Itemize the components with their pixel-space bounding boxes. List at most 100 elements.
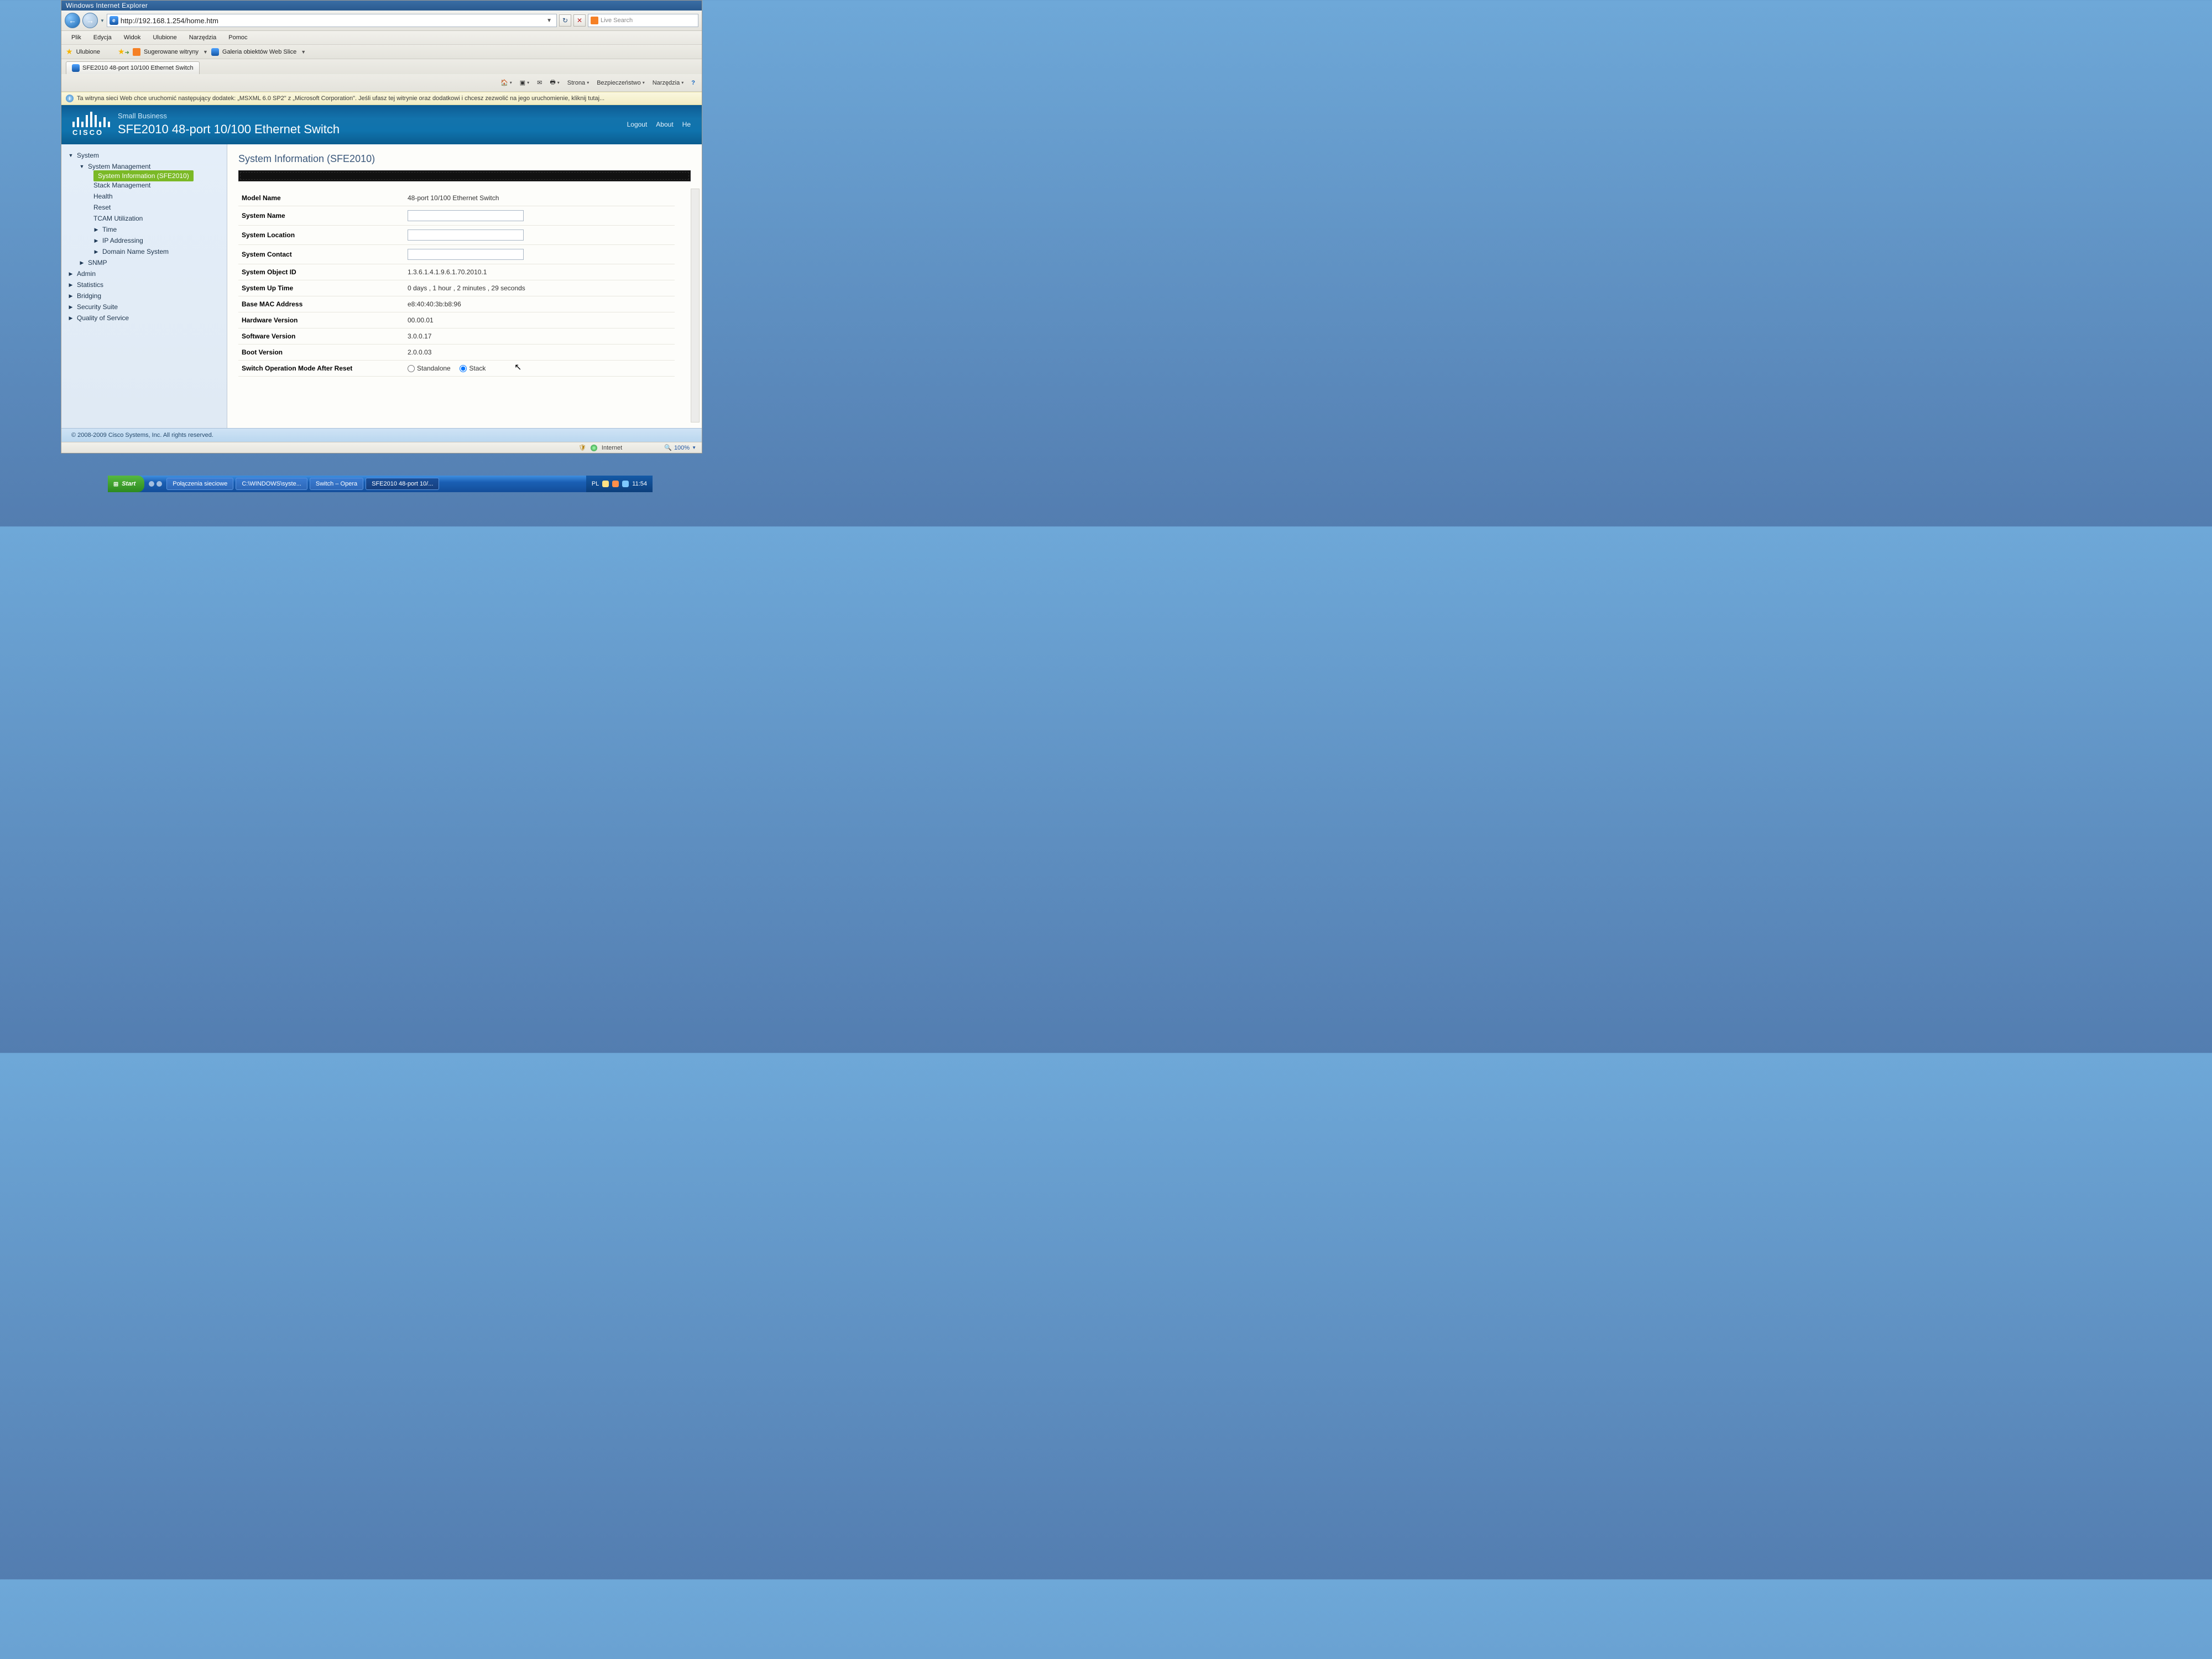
nav-health[interactable]: Health: [65, 191, 223, 202]
page-menu[interactable]: Strona▾: [565, 79, 591, 87]
content-scrollbar[interactable]: [691, 189, 700, 422]
site-icon: e: [109, 16, 118, 25]
taskbar-item[interactable]: Połączenia sieciowe: [166, 478, 233, 490]
address-bar[interactable]: e ▼: [107, 14, 557, 27]
cisco-header-links: Logout About He: [627, 121, 691, 128]
menu-help[interactable]: Pomoc: [223, 33, 253, 43]
radio-standalone-wrap[interactable]: Standalone: [408, 364, 451, 372]
zoom-value: 100%: [674, 445, 690, 451]
drop-icon[interactable]: ▼: [301, 49, 306, 55]
drop-icon[interactable]: ▼: [203, 49, 208, 55]
url-drop-icon[interactable]: ▼: [544, 18, 554, 24]
logout-link[interactable]: Logout: [627, 121, 648, 128]
quick-launch-icon[interactable]: [156, 481, 162, 487]
label-object-id: System Object ID: [238, 264, 404, 280]
taskbar-item-active[interactable]: SFE2010 48-port 10/...: [366, 478, 439, 490]
stop-button[interactable]: ✕: [573, 14, 586, 27]
tab-favicon: [72, 64, 80, 72]
taskbar-item[interactable]: Switch – Opera: [310, 478, 363, 490]
nav-admin[interactable]: ▶Admin: [65, 268, 223, 279]
history-drop-icon[interactable]: ▼: [100, 18, 105, 23]
nav-ip-addressing[interactable]: ▶IP Addressing: [65, 235, 223, 246]
radio-stack[interactable]: [460, 365, 467, 372]
tray-icon[interactable]: [602, 481, 609, 487]
nav-stack-management[interactable]: Stack Management: [65, 180, 223, 191]
cisco-small-business-label: Small Business: [118, 112, 340, 120]
input-system-contact[interactable]: [408, 249, 524, 260]
nav-tcam-utilization[interactable]: TCAM Utilization: [65, 213, 223, 224]
value-sw-version: 3.0.0.17: [404, 328, 675, 345]
help-button[interactable]: ?: [689, 79, 697, 87]
nav-quality-of-service[interactable]: ▶Quality of Service: [65, 312, 223, 324]
feeds-button[interactable]: ▣▾: [518, 78, 531, 87]
expand-icon: ▶: [68, 293, 74, 299]
label-sw-version: Software Version: [238, 328, 404, 345]
ie-page-icon: [211, 48, 219, 56]
radio-standalone[interactable]: [408, 365, 415, 372]
nav-domain-name-system[interactable]: ▶Domain Name System: [65, 246, 223, 257]
menu-file[interactable]: Plik: [66, 33, 87, 43]
content-title: System Information (SFE2010): [227, 144, 702, 170]
suggested-sites-link[interactable]: Sugerowane witryny: [144, 49, 199, 55]
tools-menu[interactable]: Narzędzia▾: [650, 79, 686, 87]
value-boot-version: 2.0.0.03: [404, 345, 675, 361]
nav-security-suite[interactable]: ▶Security Suite: [65, 301, 223, 312]
switch-port-diagram[interactable]: [238, 170, 691, 181]
cisco-header: CISCO Small Business SFE2010 48-port 10/…: [61, 105, 702, 144]
expand-icon: ▶: [68, 304, 74, 310]
nav-bridging[interactable]: ▶Bridging: [65, 290, 223, 301]
menu-favorites[interactable]: Ulubione: [147, 33, 182, 43]
expand-icon: ▶: [68, 282, 74, 288]
menu-tools[interactable]: Narzędzia: [184, 33, 222, 43]
input-system-name[interactable]: [408, 210, 524, 221]
nav-system[interactable]: ▼System: [65, 150, 223, 161]
value-mac: e8:40:40:3b:b8:96: [404, 296, 675, 312]
back-button[interactable]: ←: [65, 13, 80, 28]
label-uptime: System Up Time: [238, 280, 404, 296]
expand-icon: ▶: [79, 260, 85, 266]
nav-reset[interactable]: Reset: [65, 202, 223, 213]
favorites-star-icon[interactable]: ★: [66, 47, 73, 56]
window-titlebar: Windows Internet Explorer: [61, 1, 702, 11]
read-mail-button[interactable]: ✉: [535, 78, 544, 87]
browser-window: Windows Internet Explorer ← → ▼ e ▼ ↻ ✕ …: [61, 0, 702, 453]
taskbar-item[interactable]: C:\WINDOWS\syste...: [236, 478, 307, 490]
about-link[interactable]: About: [656, 121, 673, 128]
url-input[interactable]: [121, 17, 542, 25]
refresh-button[interactable]: ↻: [559, 14, 571, 27]
tray-clock[interactable]: 11:54: [632, 481, 647, 487]
browser-tab[interactable]: SFE2010 48-port 10/100 Ethernet Switch: [66, 61, 200, 74]
radio-stack-wrap[interactable]: Stack: [460, 364, 486, 372]
label-system-contact: System Contact: [238, 245, 404, 264]
nav-toolbar: ← → ▼ e ▼ ↻ ✕ Live Search: [61, 11, 702, 31]
expand-icon: ▶: [68, 271, 74, 277]
safety-menu[interactable]: Bezpieczeństwo▾: [594, 79, 647, 87]
favorites-label[interactable]: Ulubione: [76, 49, 100, 55]
home-icon: 🏠: [500, 79, 508, 86]
web-slice-gallery-link[interactable]: Galeria obiektów Web Slice: [222, 49, 296, 55]
nav-system-information[interactable]: System Information (SFE2010): [93, 170, 194, 181]
help-link[interactable]: He: [682, 121, 691, 128]
cisco-body: ▼System ▼System Management System Inform…: [61, 144, 702, 428]
tray-icon[interactable]: [612, 481, 619, 487]
nav-statistics[interactable]: ▶Statistics: [65, 279, 223, 290]
system-tray[interactable]: PL 11:54: [586, 476, 653, 492]
tray-lang[interactable]: PL: [592, 481, 599, 487]
menu-view[interactable]: Widok: [118, 33, 147, 43]
menu-edit[interactable]: Edycja: [88, 33, 117, 43]
tray-icon[interactable]: [622, 481, 629, 487]
search-box[interactable]: Live Search: [588, 14, 698, 27]
information-bar[interactable]: i Ta witryna sieci Web chce uruchomić na…: [61, 92, 702, 105]
start-button[interactable]: ⊞ Start: [108, 476, 144, 492]
forward-button[interactable]: →: [82, 13, 98, 28]
rss-icon: ▣: [520, 79, 525, 86]
nav-time[interactable]: ▶Time: [65, 224, 223, 235]
print-button[interactable]: 🖶▾: [547, 76, 561, 89]
zoom-control[interactable]: 🔍 100% ▼: [664, 444, 696, 451]
help-icon: ?: [691, 80, 695, 86]
add-favorite-icon[interactable]: ★➜: [118, 47, 129, 56]
input-system-location[interactable]: [408, 229, 524, 241]
home-button[interactable]: 🏠▾: [498, 78, 514, 87]
quick-launch-icon[interactable]: [149, 481, 154, 487]
nav-snmp[interactable]: ▶SNMP: [65, 257, 223, 268]
